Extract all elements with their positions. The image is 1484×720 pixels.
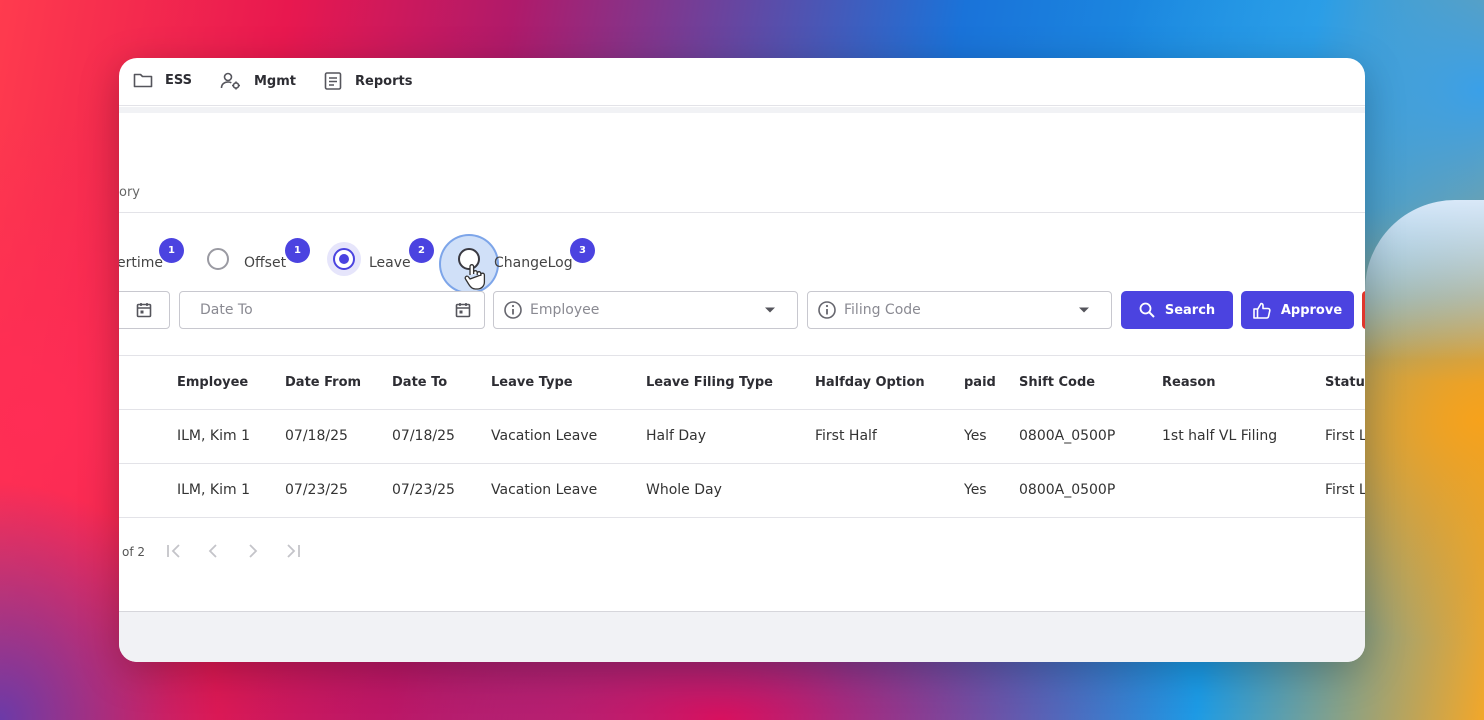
- row-divider: [119, 409, 1365, 410]
- cell-date-to: 07/23/25: [392, 482, 455, 498]
- column-header[interactable]: Leave Type: [491, 375, 573, 390]
- cell-leave-type: Vacation Leave: [491, 428, 598, 444]
- count-badge-leave: 2: [409, 238, 434, 263]
- chevron-down-icon: [765, 307, 775, 313]
- column-header[interactable]: Date To: [392, 375, 447, 390]
- first-page-icon[interactable]: [166, 544, 182, 558]
- cell-paid: Yes: [964, 482, 987, 498]
- nav-item-mgmt[interactable]: Mgmt: [220, 71, 296, 91]
- nav-separator: [119, 107, 1365, 113]
- approve-button-label: Approve: [1280, 302, 1343, 318]
- radio-label-overtime[interactable]: ertime: [119, 255, 163, 271]
- cell-date-from: 07/23/25: [285, 482, 348, 498]
- column-header[interactable]: Status: [1325, 375, 1365, 390]
- count-badge-changelog: 3: [570, 238, 595, 263]
- cell-shift-code: 0800A_0500P: [1019, 428, 1116, 444]
- folder-icon: [133, 73, 153, 88]
- nav-item-ess[interactable]: ESS: [133, 71, 192, 89]
- cell-leave-type: Vacation Leave: [491, 482, 598, 498]
- column-header[interactable]: Shift Code: [1019, 375, 1095, 390]
- count-badge-offset: 1: [285, 238, 310, 263]
- search-button[interactable]: Search: [1121, 291, 1233, 329]
- thumbs-up-icon: [1253, 302, 1271, 319]
- nav-item-reports[interactable]: Reports: [323, 71, 412, 91]
- footer-area: [119, 611, 1365, 662]
- info-icon: [504, 301, 522, 319]
- nav-label-mgmt: Mgmt: [254, 73, 297, 89]
- app-window: ESS Mgmt Reports ory ertime 1 Offset 1 L…: [119, 58, 1365, 662]
- search-icon: [1139, 302, 1155, 318]
- column-header[interactable]: Date From: [285, 375, 361, 390]
- column-header[interactable]: Reason: [1162, 375, 1216, 390]
- radio-label-leave[interactable]: Leave: [369, 255, 411, 271]
- document-icon: [324, 72, 342, 90]
- radio-leave[interactable]: [333, 248, 355, 270]
- cell-leave-filing-type: Whole Day: [646, 482, 722, 498]
- last-page-icon[interactable]: [285, 544, 301, 558]
- filing-code-placeholder: Filing Code: [844, 302, 921, 318]
- filing-code-select[interactable]: Filing Code: [807, 291, 1112, 329]
- column-header[interactable]: Halfday Option: [815, 375, 925, 390]
- calendar-icon[interactable]: [455, 302, 471, 318]
- cell-employee: ILM, Kim 1: [177, 482, 250, 498]
- cell-shift-code: 0800A_0500P: [1019, 482, 1116, 498]
- cell-leave-filing-type: Half Day: [646, 428, 707, 444]
- nav-label-ess: ESS: [165, 72, 193, 88]
- user-gear-icon: [220, 72, 240, 90]
- top-nav: ESS Mgmt Reports: [119, 58, 1365, 106]
- cell-status: First L: [1325, 482, 1365, 498]
- nav-label-reports: Reports: [355, 73, 413, 89]
- column-header[interactable]: Leave Filing Type: [646, 375, 773, 390]
- hand-pointer-icon: [464, 264, 486, 290]
- count-badge-overtime: 1: [159, 238, 184, 263]
- info-icon: [818, 301, 836, 319]
- section-divider: [119, 212, 1365, 213]
- page-count-text: of 2: [122, 545, 146, 559]
- search-button-label: Search: [1164, 302, 1216, 318]
- date-to-placeholder: Date To: [200, 302, 253, 318]
- reject-button[interactable]: [1362, 291, 1365, 329]
- cell-employee: ILM, Kim 1: [177, 428, 250, 444]
- employee-select[interactable]: Employee: [493, 291, 798, 329]
- cell-date-from: 07/18/25: [285, 428, 348, 444]
- date-from-field[interactable]: [119, 291, 170, 329]
- column-header[interactable]: paid: [964, 375, 996, 390]
- next-page-icon[interactable]: [247, 544, 259, 558]
- table-top-border: [119, 355, 1365, 356]
- chevron-down-icon: [1079, 307, 1089, 313]
- radio-label-changelog[interactable]: ChangeLog: [494, 255, 573, 271]
- row-divider: [119, 517, 1365, 518]
- date-to-field[interactable]: Date To: [179, 291, 485, 329]
- radio-offset[interactable]: [207, 248, 229, 270]
- cell-paid: Yes: [964, 428, 987, 444]
- row-divider: [119, 463, 1365, 464]
- cell-reason: 1st half VL Filing: [1162, 428, 1278, 444]
- wallpaper-highlight: [1365, 200, 1484, 360]
- employee-placeholder: Employee: [530, 302, 600, 318]
- cell-status: First L: [1325, 428, 1365, 444]
- calendar-icon: [136, 303, 152, 318]
- column-header[interactable]: Employee: [177, 375, 248, 390]
- cell-date-to: 07/18/25: [392, 428, 455, 444]
- approve-button[interactable]: Approve: [1241, 291, 1354, 329]
- breadcrumb: ory: [119, 185, 140, 200]
- radio-label-offset[interactable]: Offset: [244, 255, 286, 271]
- previous-page-icon[interactable]: [207, 544, 219, 558]
- cell-halfday-option: First Half: [815, 428, 877, 444]
